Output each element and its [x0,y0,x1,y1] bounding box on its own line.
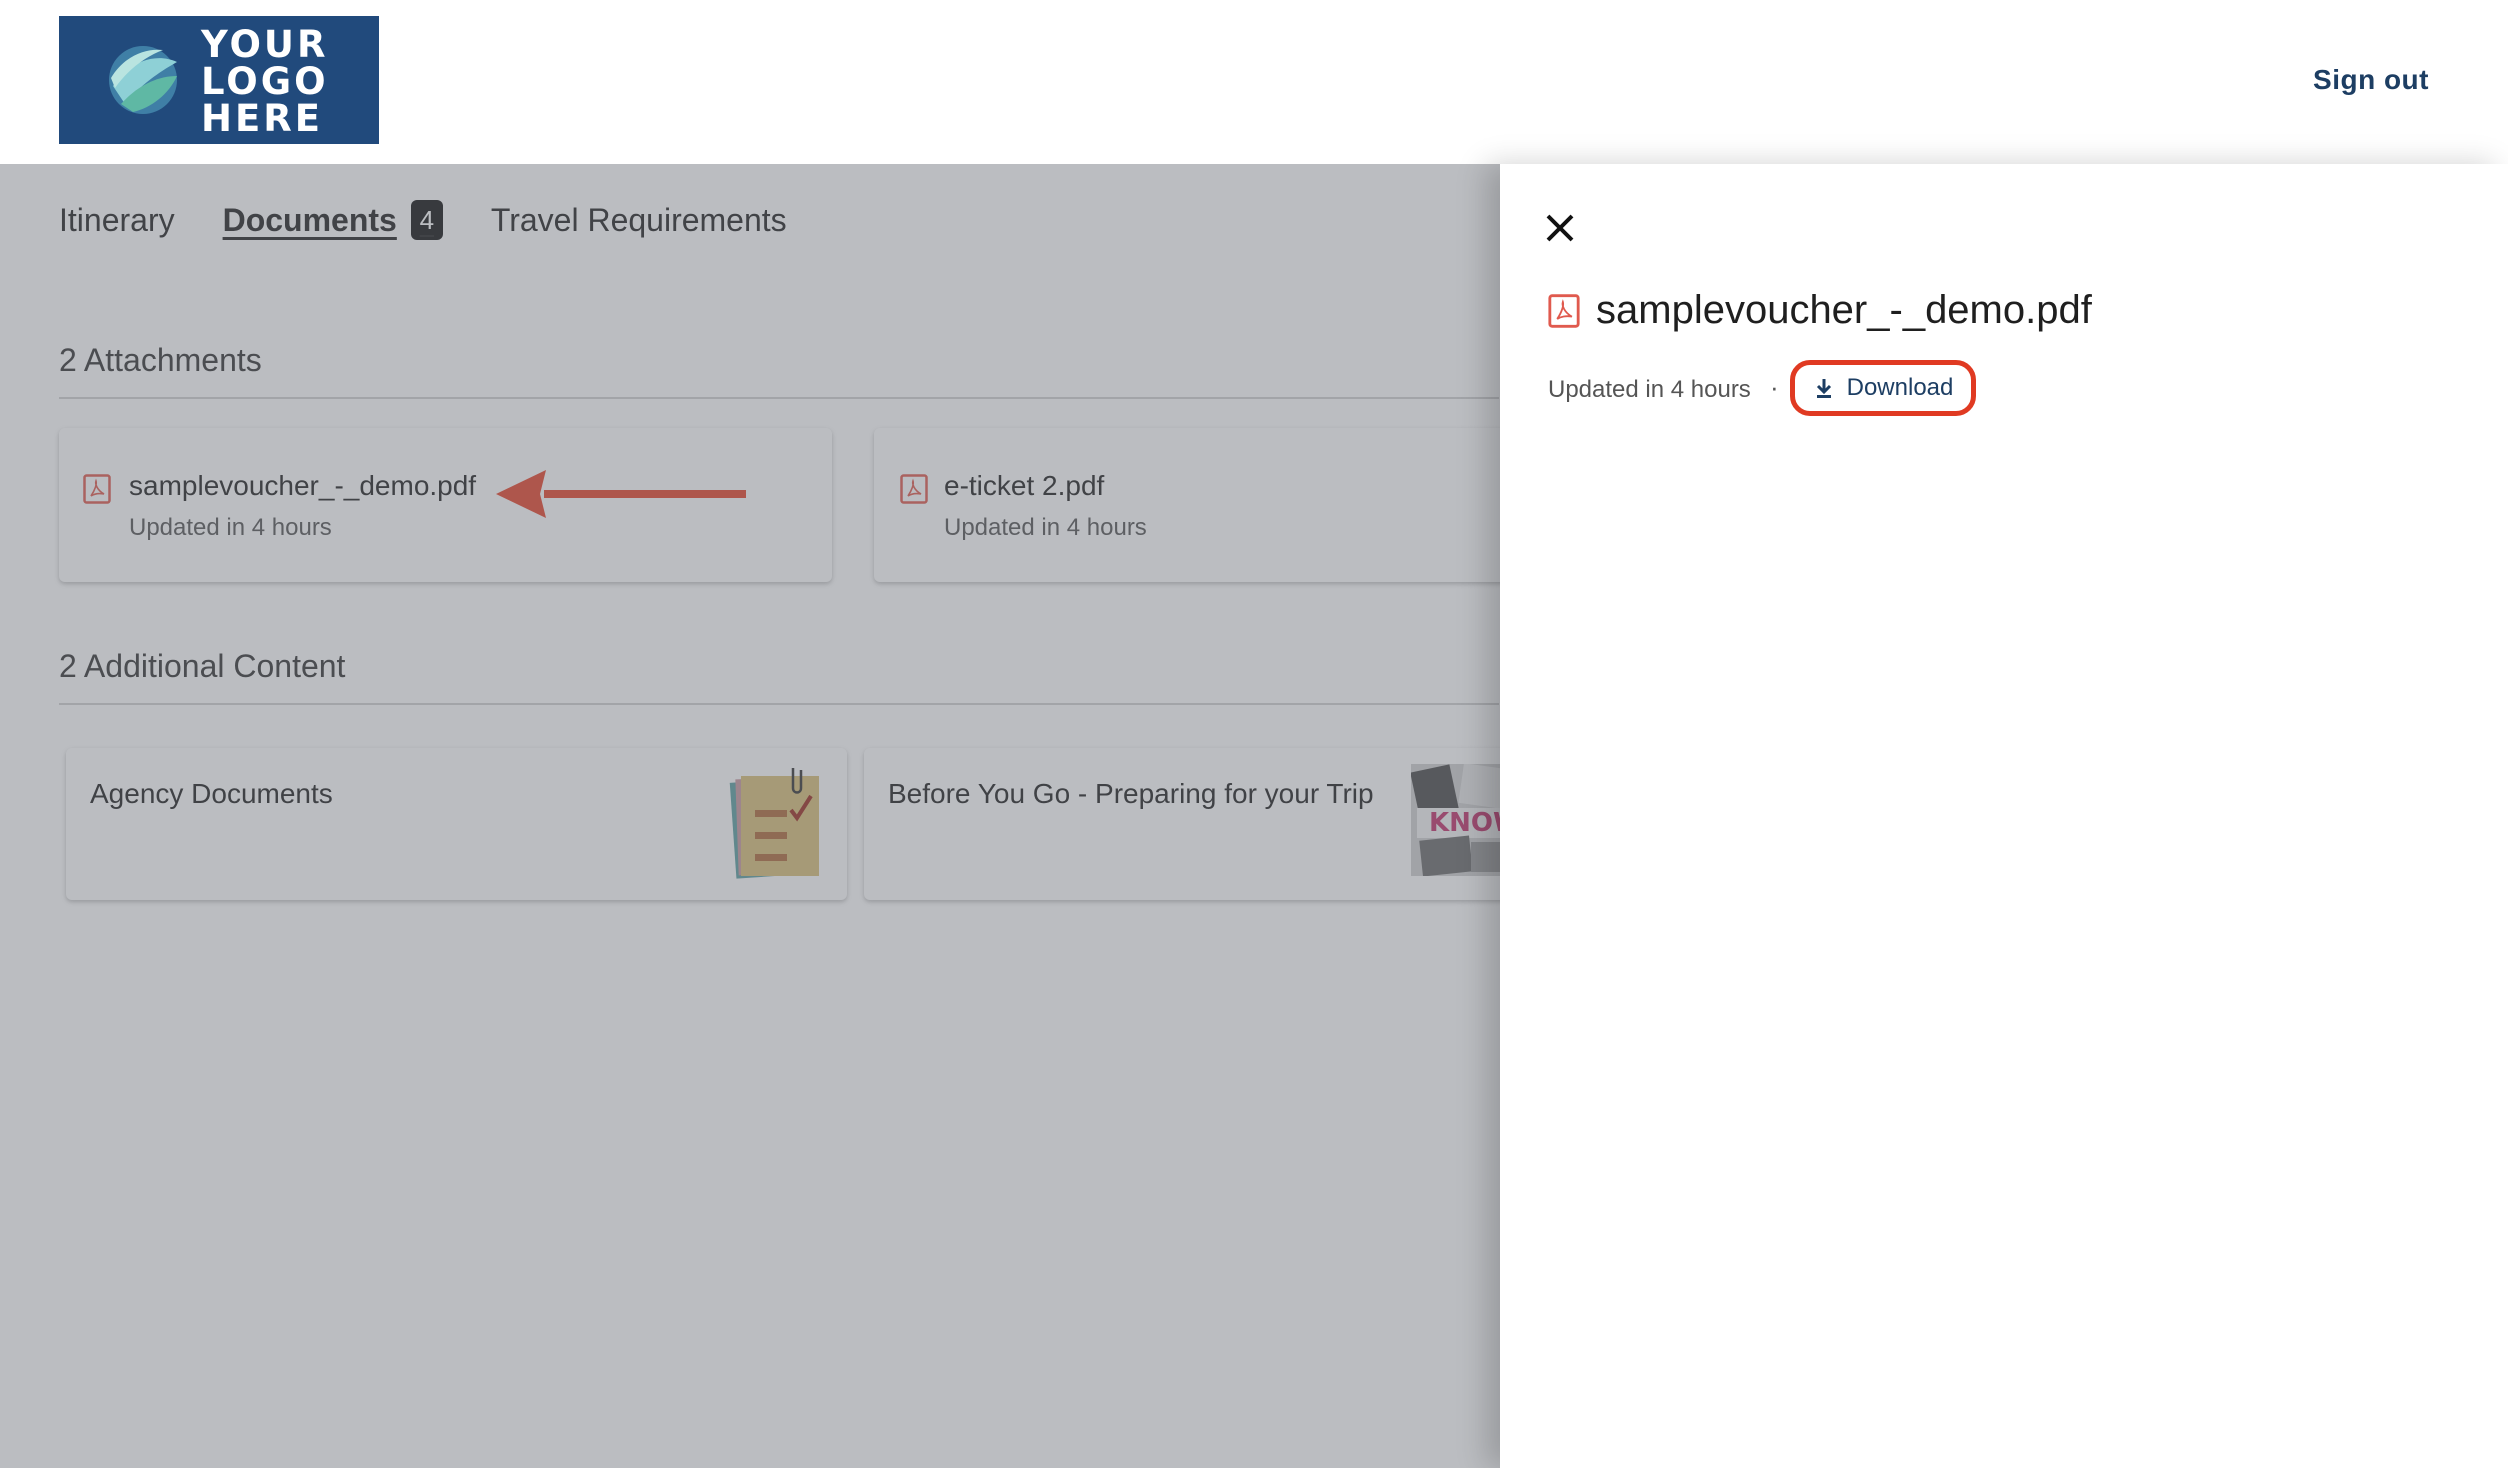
sign-out-link[interactable]: Sign out [2313,64,2429,96]
company-logo: YOUR LOGO HERE [59,16,379,144]
modal-scrim[interactable] [0,164,1500,1468]
pdf-icon [1548,294,1580,328]
logo-text: YOUR LOGO HERE [201,26,329,137]
drawer-updated-text: Updated in 4 hours [1548,376,1751,403]
download-button[interactable]: Download [1790,360,1976,416]
drawer-file-name: samplevoucher_-_demo.pdf [1596,288,2092,332]
logo-line-3: HERE [201,97,324,140]
top-header: YOUR LOGO HERE Sign out [0,0,2508,164]
logo-globe-icon [109,46,177,114]
app-root: YOUR LOGO HERE Sign out Itinerary Docume… [0,0,2508,1468]
separator-dot: · [1770,372,1779,402]
download-label: Download [1846,374,1954,401]
close-icon[interactable] [1540,208,1580,248]
download-icon [1816,379,1831,398]
logo-line-2: LOGO [201,60,329,103]
document-drawer: samplevoucher_-_demo.pdf Updated in 4 ho… [1500,164,2508,1468]
logo-line-1: YOUR [201,23,329,66]
